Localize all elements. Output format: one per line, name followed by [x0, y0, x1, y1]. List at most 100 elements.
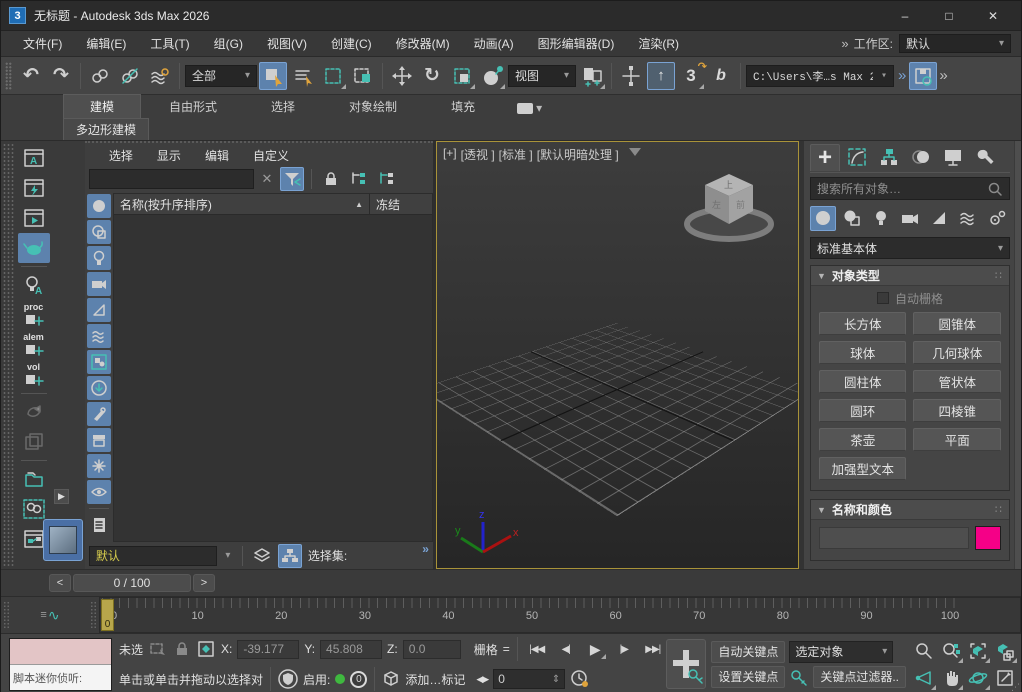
- category-systems-button[interactable]: [984, 206, 1010, 231]
- workspace-dropdown[interactable]: 默认 ▾: [899, 34, 1011, 53]
- ribbon-tab-modeling[interactable]: 建模: [63, 94, 141, 118]
- trackbar-drag-handle[interactable]: [90, 601, 96, 629]
- selection-lock-icon[interactable]: [173, 640, 191, 658]
- tab-display[interactable]: [938, 144, 968, 171]
- enabled-indicator[interactable]: [335, 674, 345, 684]
- tab-utilities[interactable]: [970, 144, 1000, 171]
- menu-item[interactable]: 组(G): [202, 31, 255, 56]
- display-cameras-toggle[interactable]: [87, 272, 111, 296]
- menu-item[interactable]: 创建(C): [319, 31, 384, 56]
- redo-button[interactable]: ↷: [47, 62, 75, 90]
- open-folders-button[interactable]: [18, 464, 50, 494]
- object-type-button[interactable]: 球体: [819, 341, 907, 364]
- key-mode-dropdown[interactable]: 选定对象 ▾: [789, 641, 893, 663]
- maximize-button[interactable]: □: [929, 4, 969, 28]
- zoom-button[interactable]: [911, 638, 937, 664]
- listener-macro-pane[interactable]: [10, 639, 111, 665]
- unlink-selection-button[interactable]: [116, 62, 144, 90]
- object-name-field[interactable]: [819, 527, 969, 549]
- object-type-button[interactable]: 四棱锥: [913, 399, 1001, 422]
- next-key-button[interactable]: |▶: [612, 638, 636, 660]
- bind-to-spacewarp-button[interactable]: [146, 62, 174, 90]
- go-to-end-button[interactable]: ▶▶|: [641, 638, 665, 660]
- ribbon-tab-populate[interactable]: 填充: [425, 95, 501, 118]
- select-by-name-button[interactable]: [289, 62, 317, 90]
- key-mode-toggle-icon[interactable]: ◀▶: [476, 674, 488, 685]
- display-spacewarps-toggle[interactable]: [87, 324, 111, 348]
- create-alembic-object-button[interactable]: alem: [18, 330, 50, 360]
- zoom-all-button[interactable]: [938, 638, 964, 664]
- display-geometry-toggle[interactable]: [87, 194, 111, 218]
- object-type-button[interactable]: 圆环: [819, 399, 907, 422]
- category-shapes-button[interactable]: [839, 206, 865, 231]
- pick-parent-button[interactable]: [347, 167, 371, 191]
- zoom-extents-button[interactable]: [965, 638, 991, 664]
- object-type-button[interactable]: 几何球体: [913, 341, 1001, 364]
- shield-icon[interactable]: [278, 669, 298, 689]
- select-and-place-button[interactable]: [478, 62, 506, 90]
- angle-snap-toggle-button[interactable]: b: [707, 62, 735, 90]
- save-file-button[interactable]: [909, 62, 937, 90]
- time-configuration-icon[interactable]: [570, 669, 590, 689]
- display-helpers-toggle[interactable]: [87, 298, 111, 322]
- orbit-button[interactable]: [965, 665, 991, 691]
- selection-lock-region-icon[interactable]: [148, 639, 168, 659]
- perspective-viewport[interactable]: [+] [透视 ] [标准 ] [默认明暗处理 ] 上 左 前 z: [436, 141, 799, 569]
- clear-search-icon[interactable]: ✕: [258, 171, 276, 187]
- name-color-rollout-header[interactable]: ▼ 名称和颜色 ∷: [811, 500, 1009, 520]
- object-type-button[interactable]: 茶壶: [819, 428, 907, 451]
- current-frame-display[interactable]: 0 / 100: [73, 574, 191, 592]
- next-frame-button[interactable]: >: [193, 574, 215, 592]
- y-coordinate-field[interactable]: 45.808: [320, 640, 382, 659]
- lock-explorer-button[interactable]: [319, 167, 343, 191]
- object-type-button[interactable]: 加强型文本: [819, 457, 907, 480]
- z-coordinate-field[interactable]: 0.0: [403, 640, 461, 659]
- maxscript-mini-listener[interactable]: 脚本迷你侦听:: [9, 638, 112, 691]
- hierarchy-view-button[interactable]: [278, 544, 302, 568]
- go-to-start-button[interactable]: |◀◀: [525, 638, 549, 660]
- display-bones-toggle[interactable]: [87, 402, 111, 426]
- dock-drag-handle[interactable]: [3, 143, 14, 567]
- display-containers-toggle[interactable]: [87, 428, 111, 452]
- light-lister-button[interactable]: A: [18, 270, 50, 300]
- explorer-search-input[interactable]: [89, 169, 254, 189]
- x-coordinate-field[interactable]: -39.177: [237, 640, 299, 659]
- toolbar-more-icon[interactable]: »: [939, 67, 946, 84]
- pan-view-button[interactable]: [938, 665, 964, 691]
- menu-item[interactable]: 渲染(R): [626, 31, 691, 56]
- tab-motion[interactable]: [906, 144, 936, 171]
- display-shapes-toggle[interactable]: [87, 220, 111, 244]
- mute-count-button[interactable]: 0: [350, 671, 367, 688]
- ribbon-tab-freeform[interactable]: 自由形式: [143, 95, 243, 118]
- display-xrefs-toggle[interactable]: [87, 376, 111, 400]
- explorer-overflow-icon[interactable]: »: [422, 542, 429, 556]
- rendered-frame-window-button[interactable]: [18, 203, 50, 233]
- category-geometry-button[interactable]: [810, 206, 836, 231]
- snaps-use-axis-constraints-button[interactable]: ↑: [647, 62, 675, 90]
- ribbon-minimize-button[interactable]: ▾: [517, 101, 542, 118]
- explorer-filter-button[interactable]: [280, 167, 304, 191]
- select-object-button[interactable]: [259, 62, 287, 90]
- tab-hierarchy[interactable]: [874, 144, 904, 171]
- menubar-overflow-icon[interactable]: »: [841, 36, 847, 51]
- ribbon-panel-polygon-modeling[interactable]: 多边形建模: [63, 118, 149, 140]
- active-layer-field[interactable]: 默认: [89, 546, 217, 566]
- set-key-button[interactable]: 设置关键点: [711, 666, 785, 688]
- viewport-menu-general[interactable]: [+]: [443, 146, 457, 163]
- display-hidden-toggle[interactable]: [87, 480, 111, 504]
- selection-filter-dropdown[interactable]: 全部 ▾: [185, 65, 257, 87]
- menu-item[interactable]: 动画(A): [462, 31, 526, 56]
- object-type-button[interactable]: 管状体: [913, 370, 1001, 393]
- render-in-cloud-button[interactable]: [18, 233, 50, 263]
- object-type-button[interactable]: 长方体: [819, 312, 907, 335]
- explorer-menu-item[interactable]: 自定义: [243, 147, 299, 164]
- select-and-move-button[interactable]: [388, 62, 416, 90]
- object-type-button[interactable]: 圆柱体: [819, 370, 907, 393]
- mini-curve-editor-button[interactable]: ≡ ∿: [40, 607, 59, 624]
- viewport-menu-shading[interactable]: [默认明暗处理 ]: [537, 146, 619, 163]
- explorer-tree-empty[interactable]: [114, 215, 432, 541]
- menu-item[interactable]: 修改器(M): [384, 31, 462, 56]
- tab-create[interactable]: +: [810, 144, 840, 171]
- column-header-frozen[interactable]: 冻结: [370, 194, 432, 214]
- layer-dropdown-caret[interactable]: ▾: [221, 546, 235, 566]
